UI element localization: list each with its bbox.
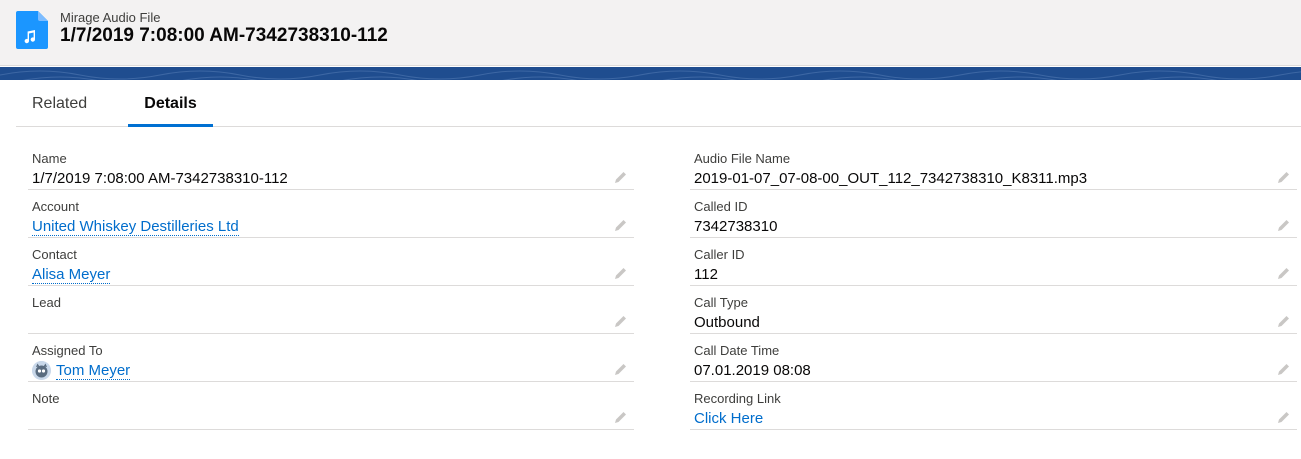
field-assigned-to: Assigned To Tom Meyer: [28, 334, 634, 382]
recording-link[interactable]: Click Here: [694, 410, 763, 427]
field-label: Assigned To: [32, 343, 103, 358]
field-called-id: Called ID 7342738310: [690, 190, 1297, 238]
field-label: Call Date Time: [694, 343, 780, 358]
pencil-icon[interactable]: [1277, 410, 1291, 424]
field-recording-link: Recording Link Click Here: [690, 382, 1297, 430]
field-value: 2019-01-07_07-08-00_OUT_112_7342738310_K…: [694, 170, 1088, 187]
field-contact: Contact Alisa Meyer: [28, 238, 634, 286]
field-value: 112: [694, 266, 718, 283]
pencil-icon[interactable]: [1277, 362, 1291, 376]
field-note: Note: [28, 382, 634, 430]
pencil-icon[interactable]: [614, 314, 628, 328]
field-value: 07.01.2019 08:08: [694, 362, 811, 379]
field-value: Outbound: [694, 314, 760, 331]
pencil-icon[interactable]: [614, 170, 628, 184]
record-title: 1/7/2019 7:08:00 AM-7342738310-112: [60, 25, 388, 46]
pencil-icon[interactable]: [614, 266, 628, 280]
contact-link[interactable]: Alisa Meyer: [32, 266, 111, 284]
assigned-user-link[interactable]: Tom Meyer: [56, 362, 131, 380]
field-value: Tom Meyer: [56, 362, 131, 380]
field-label: Caller ID: [694, 247, 745, 262]
field-value: 7342738310: [694, 218, 778, 235]
object-type-label: Mirage Audio File: [60, 10, 161, 25]
field-call-date-time: Call Date Time 07.01.2019 08:08: [690, 334, 1297, 382]
field-value: Alisa Meyer: [32, 266, 111, 284]
pencil-icon[interactable]: [614, 410, 628, 424]
field-label: Called ID: [694, 199, 748, 214]
avatar: [32, 361, 51, 380]
pencil-icon[interactable]: [614, 218, 628, 232]
field-label: Lead: [32, 295, 61, 310]
field-label: Contact: [32, 247, 77, 262]
field-label: Recording Link: [694, 391, 781, 406]
field-label: Account: [32, 199, 79, 214]
field-account: Account United Whiskey Destilleries Ltd: [28, 190, 634, 238]
field-caller-id: Caller ID 112: [690, 238, 1297, 286]
field-call-type: Call Type Outbound: [690, 286, 1297, 334]
field-value: Click Here: [694, 410, 763, 428]
audio-file-icon: [16, 11, 48, 49]
field-label: Note: [32, 391, 60, 406]
pencil-icon[interactable]: [1277, 266, 1291, 280]
banner-pattern: [0, 70, 1301, 81]
pencil-icon[interactable]: [1277, 170, 1291, 184]
field-value: United Whiskey Destilleries Ltd: [32, 218, 239, 236]
field-label: Audio File Name: [694, 151, 791, 166]
pencil-icon[interactable]: [1277, 218, 1291, 232]
user-avatar-icon: [32, 361, 51, 380]
tab-bar: Related Details: [16, 80, 1301, 127]
tab-details[interactable]: Details: [128, 80, 213, 127]
tab-related[interactable]: Related: [32, 80, 87, 127]
field-lead: Lead: [28, 286, 634, 334]
field-label: Call Type: [694, 295, 748, 310]
field-value: 1/7/2019 7:08:00 AM-7342738310-112: [32, 170, 288, 187]
header-banner: [0, 67, 1301, 81]
pencil-icon[interactable]: [1277, 314, 1291, 328]
field-name: Name 1/7/2019 7:08:00 AM-7342738310-112: [28, 142, 634, 190]
record-detail-card: Related Details Name 1/7/2019 7:08:00 AM…: [0, 80, 1301, 459]
account-link[interactable]: United Whiskey Destilleries Ltd: [32, 218, 239, 236]
pencil-icon[interactable]: [614, 362, 628, 376]
record-header: Mirage Audio File 1/7/2019 7:08:00 AM-73…: [0, 0, 1301, 66]
field-label: Name: [32, 151, 67, 166]
field-audio-file-name: Audio File Name 2019-01-07_07-08-00_OUT_…: [690, 142, 1297, 190]
